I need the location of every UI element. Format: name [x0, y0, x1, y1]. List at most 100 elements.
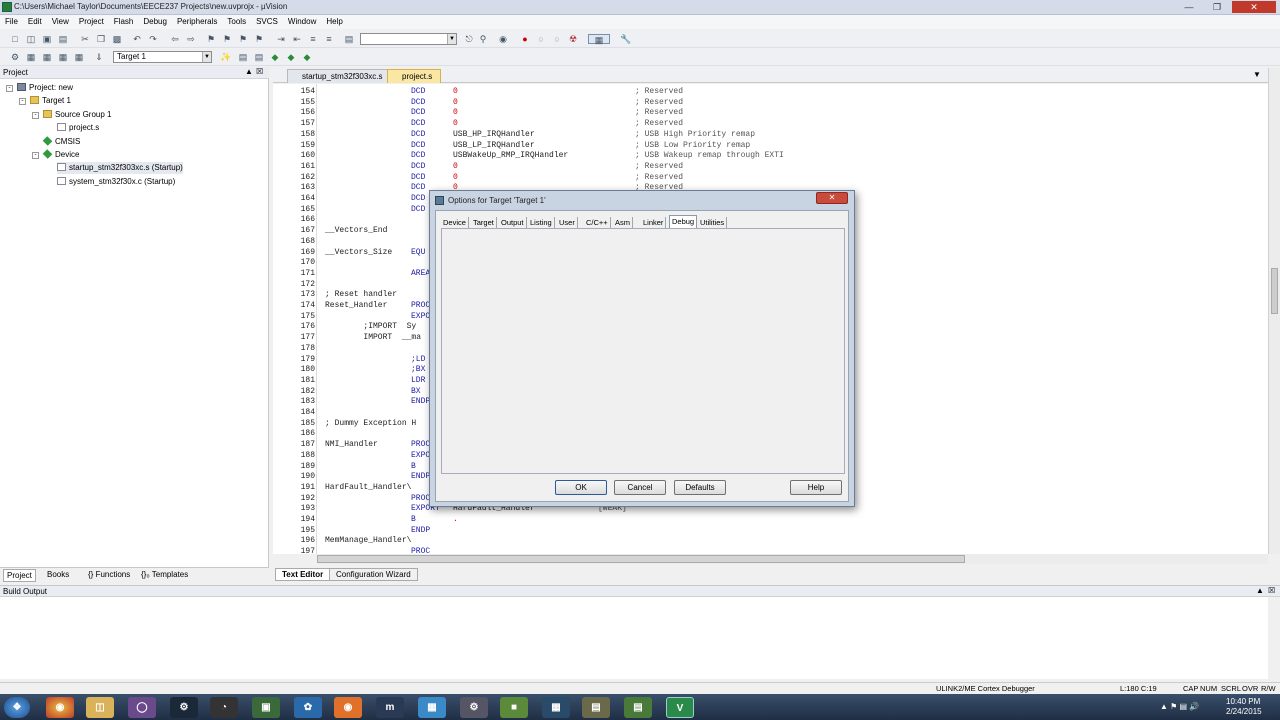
menu-window[interactable]: Window: [283, 15, 321, 29]
file-explorer-icon[interactable]: ◫: [86, 697, 114, 718]
menu-edit[interactable]: Edit: [23, 15, 47, 29]
firefox-icon[interactable]: ◉: [334, 697, 362, 718]
bookmark-icon[interactable]: ⚑: [206, 34, 216, 44]
app-icon[interactable]: ▦: [542, 697, 570, 718]
menu-view[interactable]: View: [47, 15, 74, 29]
chrome-icon[interactable]: ◉: [46, 697, 74, 718]
tree-collapse-icon[interactable]: -: [6, 85, 13, 92]
tab-user[interactable]: User: [557, 217, 578, 228]
tab-text-editor[interactable]: Text Editor: [275, 568, 331, 581]
find-combo[interactable]: ▼: [360, 33, 457, 45]
tab-target[interactable]: Target: [471, 217, 497, 228]
dialog-close-button[interactable]: ✕: [816, 192, 848, 204]
configure-icon[interactable]: 🔧: [620, 34, 631, 44]
rebuild-icon[interactable]: ▦: [42, 52, 52, 62]
tree-collapse-icon[interactable]: -: [32, 112, 39, 119]
cancel-button[interactable]: Cancel: [614, 480, 666, 495]
tab-device[interactable]: Device: [441, 217, 469, 228]
batch-build-icon[interactable]: ▦: [58, 52, 68, 62]
close-button[interactable]: ✕: [1232, 1, 1276, 13]
clock-time[interactable]: 10:40 PM: [1226, 697, 1260, 706]
target-select[interactable]: Target 1 ▼: [113, 51, 212, 63]
chevron-down-icon[interactable]: ▼: [202, 52, 211, 62]
nav-back-icon[interactable]: ⇦: [170, 34, 180, 44]
run-time-environment-icon[interactable]: ◆: [302, 52, 312, 62]
app-icon[interactable]: ▤: [624, 697, 652, 718]
menu-debug[interactable]: Debug: [138, 15, 172, 29]
open-folder-icon[interactable]: ◫: [26, 34, 36, 44]
tab-books[interactable]: Books: [47, 569, 69, 580]
incremental-find-icon[interactable]: ⚲: [478, 34, 488, 44]
app-icon[interactable]: ✿: [294, 697, 322, 718]
redo-icon[interactable]: ↷: [148, 34, 158, 44]
minecraft-icon[interactable]: ■: [500, 697, 528, 718]
tree-file-project-s[interactable]: project.s: [57, 122, 99, 134]
tab-debug[interactable]: Debug: [669, 215, 698, 228]
app-icon[interactable]: ▣: [252, 697, 280, 718]
app-icon[interactable]: ◯: [128, 697, 156, 718]
indent-icon[interactable]: ⇥: [276, 34, 286, 44]
stop-build-icon[interactable]: ▦: [74, 52, 84, 62]
tree-cmsis[interactable]: CMSIS: [42, 136, 80, 148]
panel-close-icon[interactable]: ☒: [1268, 586, 1275, 595]
editor-vertical-scrollbar[interactable]: [1268, 68, 1280, 554]
tab-templates[interactable]: {}₀ Templates: [141, 569, 188, 580]
chevron-down-icon[interactable]: ▼: [447, 34, 456, 44]
undo-icon[interactable]: ↶: [132, 34, 142, 44]
uncomment-icon[interactable]: ≡: [324, 34, 334, 44]
start-button-icon[interactable]: ❖: [4, 697, 30, 718]
disable-breakpoint-icon[interactable]: ○: [536, 34, 546, 44]
tree-source-group[interactable]: Source Group 1: [43, 109, 111, 121]
tree-target[interactable]: Target 1: [30, 95, 71, 107]
build-icon[interactable]: ▦: [26, 52, 36, 62]
select-packs-icon[interactable]: ◆: [270, 52, 280, 62]
tab-listing[interactable]: Listing: [528, 217, 555, 228]
editor-horizontal-scrollbar[interactable]: [317, 554, 1268, 564]
tab-project-s[interactable]: project.s: [387, 69, 442, 83]
ok-button[interactable]: OK: [555, 480, 607, 495]
tab-configuration-wizard[interactable]: Configuration Wizard: [329, 568, 418, 581]
cut-icon[interactable]: ✂: [80, 34, 90, 44]
find-in-files-icon[interactable]: ▤: [344, 34, 354, 44]
steam-icon[interactable]: ⚙: [170, 697, 198, 718]
tab-asm[interactable]: Asm: [613, 217, 633, 228]
translate-icon[interactable]: ⚙: [10, 52, 20, 62]
prev-bookmark-icon[interactable]: ⚑: [222, 34, 232, 44]
defaults-button[interactable]: Defaults: [674, 480, 726, 495]
tab-linker[interactable]: Linker: [641, 217, 667, 228]
menu-flash[interactable]: Flash: [109, 15, 139, 29]
new-file-icon[interactable]: □: [10, 34, 20, 44]
tab-startup-file[interactable]: startup_stm32f303xc.s: [287, 69, 392, 83]
breakpoint-icon[interactable]: ●: [520, 34, 530, 44]
tree-file-startup[interactable]: startup_stm32f303xc.s (Startup): [57, 162, 183, 174]
unindent-icon[interactable]: ⇤: [292, 34, 302, 44]
pin-icon[interactable]: ▲: [245, 67, 253, 76]
copy-icon[interactable]: ❐: [96, 34, 106, 44]
app-icon[interactable]: ⚙: [460, 697, 488, 718]
tree-collapse-icon[interactable]: -: [19, 98, 26, 105]
disable-all-breakpoints-icon[interactable]: ○: [552, 34, 562, 44]
tab-functions[interactable]: {} Functions: [88, 569, 130, 580]
panel-close-icon[interactable]: ☒: [256, 67, 263, 76]
tree-project[interactable]: Project: new: [17, 82, 73, 94]
build-output-pane[interactable]: [0, 597, 1268, 679]
clear-bookmarks-icon[interactable]: ⚑: [254, 34, 264, 44]
debug-session-icon[interactable]: ◉: [498, 34, 508, 44]
tree-file-system[interactable]: system_stm32f30x.c (Startup): [57, 176, 175, 188]
app-icon[interactable]: ▤: [582, 697, 610, 718]
target-options-icon[interactable]: ✨: [220, 52, 231, 62]
restore-button[interactable]: ❐: [1204, 1, 1230, 13]
tab-utilities[interactable]: Utilities: [698, 217, 728, 228]
menu-peripherals[interactable]: Peripherals: [172, 15, 222, 29]
tab-c-cpp[interactable]: C/C++: [584, 217, 611, 228]
comment-icon[interactable]: ≡: [308, 34, 318, 44]
tree-collapse-icon[interactable]: -: [32, 152, 39, 159]
manage-components-icon[interactable]: ▤: [238, 52, 248, 62]
app-icon[interactable]: ◔: [210, 697, 238, 718]
menu-file[interactable]: File: [0, 15, 23, 29]
tab-project[interactable]: Project: [3, 569, 36, 582]
manage-project-items-icon[interactable]: ▤: [254, 52, 264, 62]
app-icon[interactable]: m: [376, 697, 404, 718]
nav-forward-icon[interactable]: ⇨: [186, 34, 196, 44]
menu-project[interactable]: Project: [74, 15, 109, 29]
